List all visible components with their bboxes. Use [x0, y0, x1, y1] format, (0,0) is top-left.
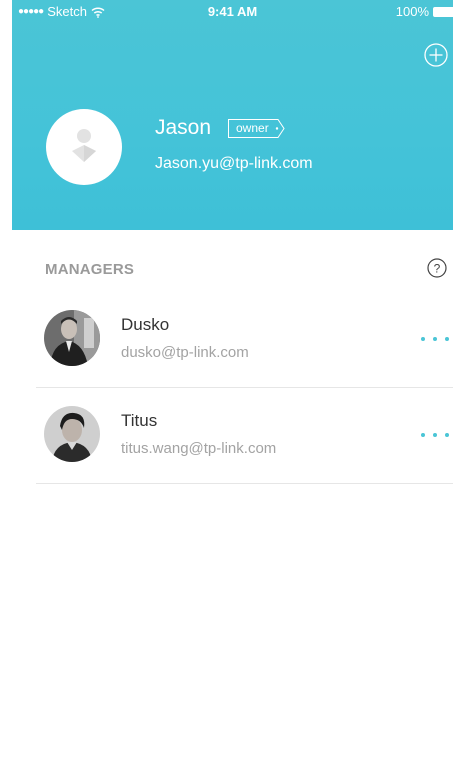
help-icon[interactable]: ?: [427, 258, 447, 278]
owner-header: ●●●●● Sketch 9:41 AM 100% Jason owner Ja…: [12, 0, 453, 230]
more-dot-icon: [433, 337, 437, 341]
manager-avatar: [44, 406, 100, 462]
status-bar: ●●●●● Sketch 9:41 AM 100%: [12, 0, 453, 22]
manager-avatar: [44, 310, 100, 366]
managers-screen: ●●●●● Sketch 9:41 AM 100% Jason owner Ja…: [12, 0, 453, 783]
manager-name: Titus: [121, 411, 158, 430]
managers-section-title: MANAGERS: [45, 261, 135, 278]
user-placeholder-icon: [72, 129, 96, 162]
manager-email: titus.wang@tp-link.com: [121, 440, 277, 457]
manager-name: Dusko: [121, 315, 170, 334]
tag-tip-icon: [272, 119, 285, 138]
manager-row[interactable]: Titus titus.wang@tp-link.com: [36, 387, 453, 484]
more-dot-icon: [421, 337, 425, 341]
more-dot-icon: [445, 337, 449, 341]
manager-email: dusko@tp-link.com: [121, 344, 249, 361]
more-dot-icon: [421, 433, 425, 437]
manager-row[interactable]: Dusko dusko@tp-link.com: [36, 291, 453, 388]
more-dot-icon: [433, 433, 437, 437]
owner-avatar: [46, 109, 122, 185]
owner-name: Jason: [155, 116, 212, 139]
more-options-button[interactable]: [421, 331, 449, 347]
owner-role-badge: owner: [228, 119, 285, 138]
owner-role-label: owner: [228, 119, 273, 138]
status-time: 9:41 AM: [207, 4, 258, 19]
owner-email: Jason.yu@tp-link.com: [155, 155, 313, 172]
add-manager-button[interactable]: [424, 43, 448, 67]
more-options-button[interactable]: [421, 427, 449, 443]
battery-icon: [433, 6, 453, 17]
battery-percentage: 100%: [395, 4, 429, 19]
more-dot-icon: [445, 433, 449, 437]
svg-text:?: ?: [434, 261, 441, 275]
status-right: 100%: [396, 4, 453, 19]
